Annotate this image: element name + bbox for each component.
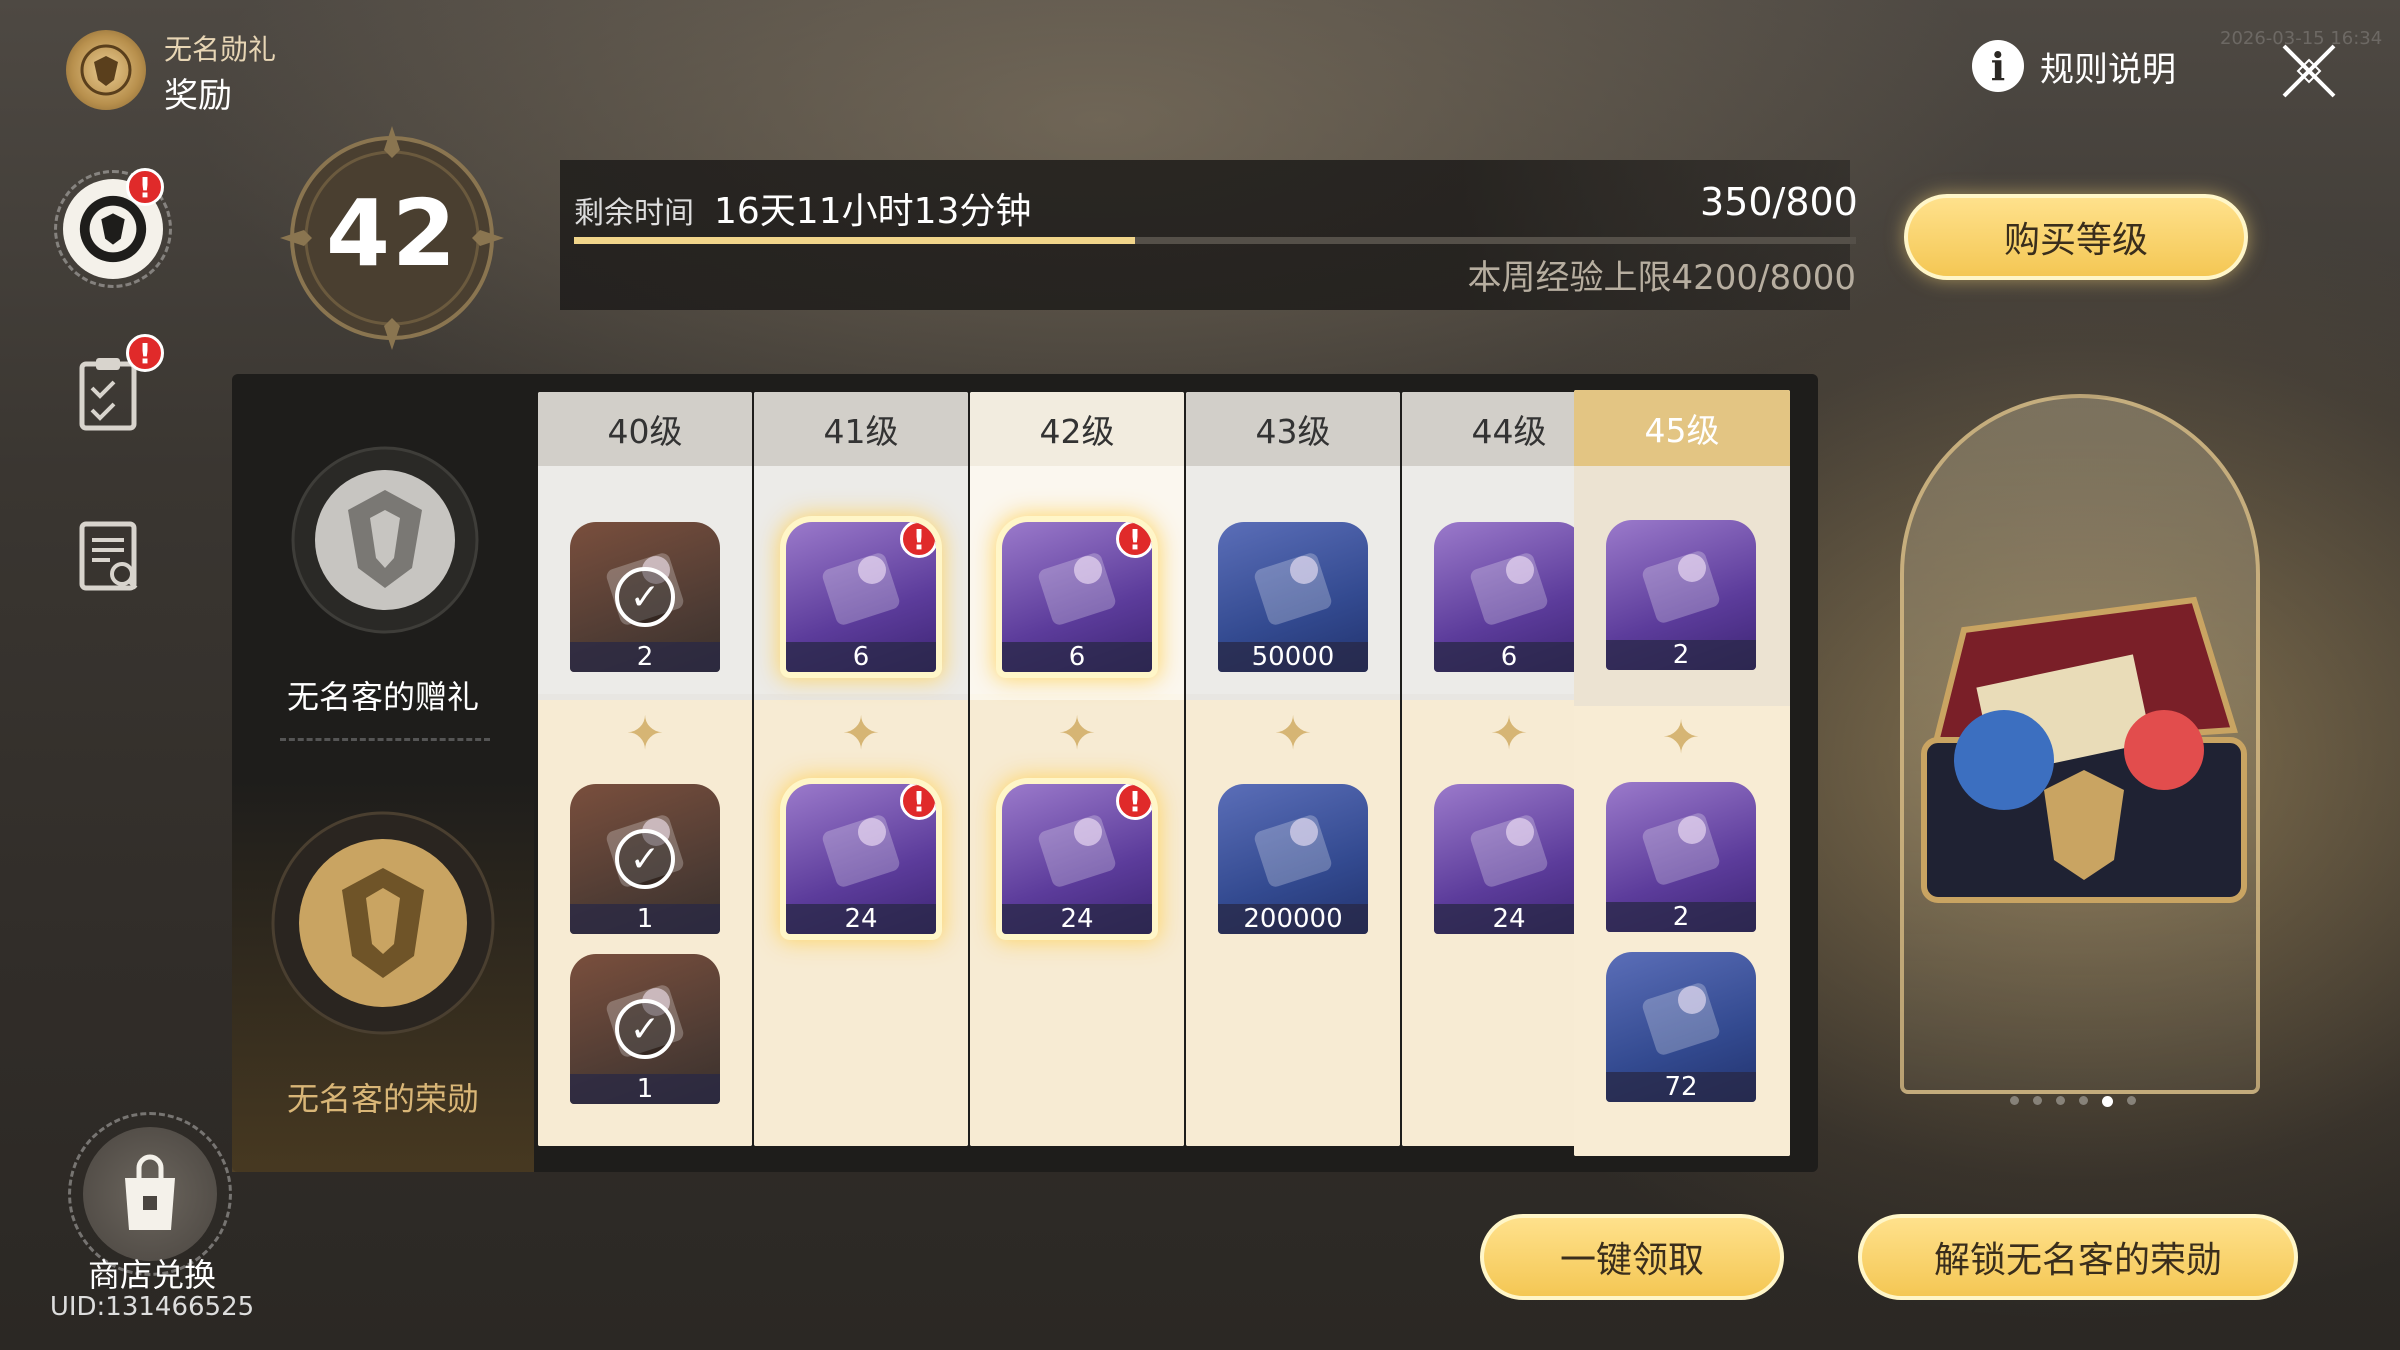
reward-item[interactable]: ✓ 1	[570, 954, 720, 1104]
reward-quantity: 6	[786, 642, 936, 672]
level-column: 41级 ✦ 6! 24!	[754, 392, 968, 1146]
reward-item[interactable]: 2	[1606, 782, 1756, 932]
level-column: 43级 ✦ 50000 200000	[1186, 392, 1400, 1146]
reward-item[interactable]: 24!	[786, 784, 936, 934]
premium-tier-label: 无名客的荣勋	[286, 1080, 479, 1118]
reward-item-icon	[1470, 815, 1548, 887]
info-icon: i	[1972, 40, 2024, 92]
reward-item-icon	[1470, 553, 1548, 625]
reward-item[interactable]: 2	[1606, 520, 1756, 670]
reward-quantity: 50000	[1218, 642, 1368, 672]
carousel-dot[interactable]	[2127, 1096, 2136, 1105]
claimed-check-icon: ✓	[615, 829, 675, 889]
level-label: 41级	[754, 392, 968, 466]
carousel-dot[interactable]	[2033, 1096, 2042, 1105]
pass-name: 无名勋礼	[164, 33, 277, 66]
treasure-chest-image[interactable]	[1894, 560, 2274, 940]
reward-item[interactable]: 6	[1434, 522, 1584, 672]
level-column: 42级 ✦ 6! 24!	[970, 392, 1184, 1146]
separator-star-icon: ✦	[841, 706, 881, 760]
user-uid: UID:131466525	[49, 1292, 255, 1322]
reward-item[interactable]: 6!	[1002, 522, 1152, 672]
level-label: 45级	[1574, 390, 1790, 466]
reward-quantity: 2	[1606, 902, 1756, 932]
honor-tier-emblem	[271, 811, 495, 1035]
carousel-dot[interactable]	[2056, 1096, 2065, 1105]
buy-level-button[interactable]: 购买等级	[1904, 194, 2248, 280]
unlock-premium-button[interactable]: 解锁无名客的荣勋	[1858, 1214, 2298, 1300]
rules-label: 规则说明	[2040, 49, 2176, 90]
exp-value: 350/800	[1700, 180, 1858, 224]
time-remaining-label: 剩余时间	[574, 196, 694, 231]
reward-quantity: 2	[1606, 640, 1756, 670]
pass-emblem-icon	[80, 44, 132, 96]
exp-track	[574, 237, 1856, 244]
reward-item[interactable]: ✓ 2	[570, 522, 720, 672]
level-label: 43级	[1186, 392, 1400, 466]
shop-label: 商店兑换	[87, 1256, 216, 1294]
carousel-dot[interactable]	[2079, 1096, 2088, 1105]
shopping-bag-icon	[125, 1154, 175, 1230]
reward-quantity: 2	[570, 642, 720, 672]
reward-quantity: 6	[1434, 642, 1584, 672]
reward-item-icon	[1038, 553, 1116, 625]
separator-star-icon: ✦	[1489, 706, 1529, 760]
claimed-check-icon: ✓	[615, 567, 675, 627]
free-tier-label: 无名客的赠礼	[286, 678, 479, 716]
nav-rewards-badge: !	[126, 168, 164, 206]
reward-item[interactable]: 200000	[1218, 784, 1368, 934]
reward-item-icon	[822, 815, 900, 887]
reward-item-icon	[822, 553, 900, 625]
current-level: 42	[325, 180, 459, 287]
claimable-badge: !	[900, 784, 936, 820]
separator-star-icon: ✦	[1273, 706, 1313, 760]
reward-quantity: 24	[786, 904, 936, 934]
reward-item-icon	[1642, 983, 1720, 1055]
level-label: 40级	[538, 392, 752, 466]
reward-quantity: 200000	[1218, 904, 1368, 934]
document-search-icon[interactable]	[76, 518, 140, 596]
pass-logo	[66, 30, 146, 110]
reward-item-icon	[1642, 551, 1720, 623]
reward-quantity: 24	[1002, 904, 1152, 934]
level-label: 42级	[970, 392, 1184, 466]
reward-item[interactable]: 24!	[1002, 784, 1152, 934]
reward-item[interactable]: 6!	[786, 522, 936, 672]
claim-all-button[interactable]: 一键领取	[1480, 1214, 1784, 1300]
exp-fill	[574, 237, 1135, 244]
reward-item-icon	[1038, 815, 1116, 887]
carousel-dots[interactable]	[2010, 1096, 2136, 1107]
reward-item-icon	[1254, 553, 1332, 625]
claimable-badge: !	[1116, 522, 1152, 558]
reward-quantity: 1	[570, 904, 720, 934]
nav-missions-badge: !	[126, 334, 164, 372]
tier-divider	[280, 738, 490, 741]
level-column: 40级 ✦ ✓ 2 ✓ 1 ✓ 1	[538, 392, 752, 1146]
separator-star-icon: ✦	[1057, 706, 1097, 760]
reward-item[interactable]: 72	[1606, 952, 1756, 1102]
reward-quantity: 6	[1002, 642, 1152, 672]
carousel-dot[interactable]	[2102, 1096, 2113, 1107]
claimed-check-icon: ✓	[615, 999, 675, 1059]
reward-item[interactable]: 24	[1434, 784, 1584, 934]
claimable-badge: !	[1116, 784, 1152, 820]
claimable-badge: !	[900, 522, 936, 558]
separator-star-icon: ✦	[625, 706, 665, 760]
weekly-exp-cap: 本周经验上限4200/8000	[1467, 258, 1856, 298]
reward-item[interactable]: 50000	[1218, 522, 1368, 672]
level-column: 45级 ✦ 2 2 72	[1574, 390, 1790, 1156]
rules-button[interactable]: i 规则说明	[1972, 40, 2176, 92]
page-title: 奖励	[164, 76, 232, 116]
reward-quantity: 24	[1434, 904, 1584, 934]
gift-tier-emblem	[291, 446, 479, 634]
close-icon[interactable]	[2278, 40, 2340, 102]
time-remaining-value: 16天11小时13分钟	[714, 191, 1032, 232]
reward-quantity: 72	[1606, 1072, 1756, 1102]
reward-item[interactable]: ✓ 1	[570, 784, 720, 934]
reward-quantity: 1	[570, 1074, 720, 1104]
carousel-dot[interactable]	[2010, 1096, 2019, 1105]
reward-item-icon	[1254, 815, 1332, 887]
reward-item-icon	[1642, 813, 1720, 885]
separator-star-icon: ✦	[1661, 710, 1701, 764]
